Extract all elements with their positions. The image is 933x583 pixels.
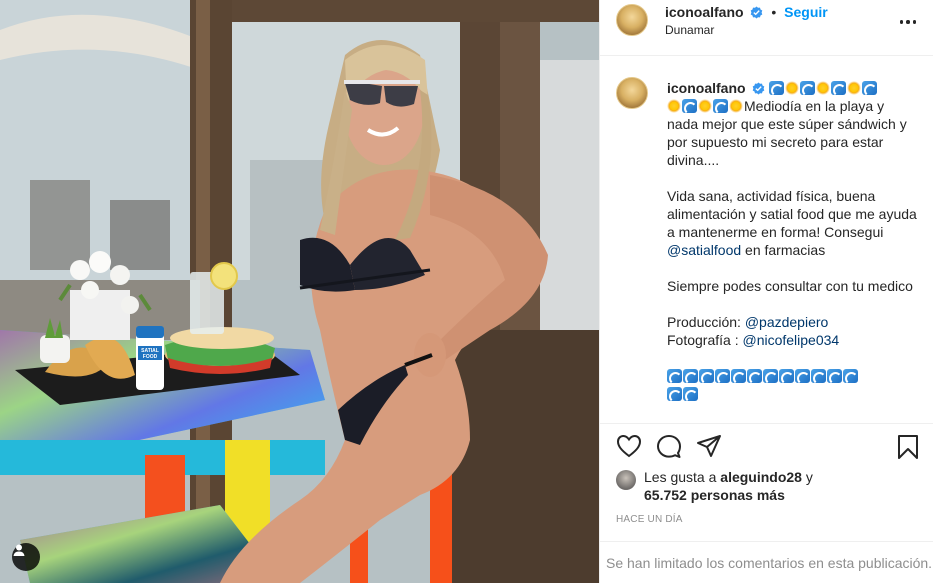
- comments-limited-notice: Se han limitado los comentarios en esta …: [600, 541, 933, 583]
- wave-emoji-icon: [800, 81, 816, 95]
- post-actions: Les gusta a aleguindo28 y 65.752 persona…: [600, 423, 933, 583]
- wave-emoji-icon: [769, 81, 785, 95]
- follow-button[interactable]: Seguir: [784, 4, 828, 20]
- post-caption: iconoalfano Mediodía en la playa y nada …: [667, 79, 917, 421]
- author-avatar[interactable]: [616, 4, 648, 36]
- wave-emoji-icon: [667, 369, 682, 383]
- caption-area[interactable]: iconoalfano Mediodía en la playa y nada …: [600, 57, 933, 422]
- likes-middle: y: [801, 469, 813, 485]
- wave-emoji-icon: [715, 369, 730, 383]
- wave-emoji-icon: [683, 369, 698, 383]
- post-photo-illustration: [0, 0, 599, 583]
- wave-emoji-icon: [682, 99, 697, 113]
- caption-emoji-row: [667, 367, 917, 403]
- fotografia-label: Fotografía :: [667, 332, 743, 348]
- verified-badge-icon: [753, 82, 765, 95]
- paper-plane-icon[interactable]: [696, 434, 722, 458]
- caption-para2: Vida sana, actividad física, buena alime…: [667, 188, 917, 240]
- wave-emoji-icon: [831, 81, 847, 95]
- wave-emoji-icon: [667, 387, 682, 401]
- more-options-dot: [906, 20, 910, 24]
- wave-emoji-icon: [683, 387, 698, 401]
- wave-emoji-icon: [763, 369, 778, 383]
- sun-emoji-icon: [816, 81, 831, 95]
- mention-nicofelipe034[interactable]: @nicofelipe034: [742, 332, 839, 348]
- user-tag-button[interactable]: [12, 543, 40, 571]
- liker-username[interactable]: aleguindo28: [720, 469, 802, 485]
- user-tag-icon: [13, 544, 25, 556]
- caption-username[interactable]: iconoalfano: [667, 80, 746, 96]
- product-label: SATIAL FOOD: [141, 348, 159, 360]
- comment-bubble-icon[interactable]: [656, 434, 682, 458]
- wave-emoji-icon: [843, 369, 858, 383]
- mention-satialfood[interactable]: @satialfood: [667, 242, 741, 258]
- wave-emoji-icon: [699, 369, 714, 383]
- wave-emoji-icon: [811, 369, 826, 383]
- likes-summary: Les gusta a aleguindo28 y 65.752 persona…: [616, 468, 916, 504]
- liker-avatar[interactable]: [616, 470, 636, 490]
- post-header: iconoalfano • Seguir Dunamar: [600, 0, 933, 56]
- wave-emoji-icon: [862, 81, 878, 95]
- wave-emoji-icon: [747, 369, 762, 383]
- caption-avatar[interactable]: [616, 77, 648, 109]
- post-side-panel: iconoalfano • Seguir Dunamar iconoalfano: [599, 0, 933, 583]
- caption-para2-tail: en farmacias: [741, 242, 826, 258]
- header-author-row: iconoalfano • Seguir: [665, 4, 828, 20]
- wave-emoji-icon: [713, 99, 728, 113]
- wave-emoji-icon: [795, 369, 810, 383]
- sun-emoji-icon: [847, 81, 862, 95]
- bookmark-icon[interactable]: [896, 434, 920, 460]
- wave-emoji-icon: [731, 369, 746, 383]
- more-options-dot: [912, 20, 917, 24]
- header-separator: •: [771, 4, 777, 20]
- mention-pazdepiero[interactable]: @pazdepiero: [745, 314, 829, 330]
- likes-prefix: Les gusta a: [644, 469, 721, 485]
- wave-emoji-icon: [827, 369, 842, 383]
- post-location[interactable]: Dunamar: [665, 23, 714, 37]
- produccion-label: Producción:: [667, 314, 745, 330]
- more-options-button[interactable]: [896, 12, 920, 32]
- wave-emoji-icon: [779, 369, 794, 383]
- author-username[interactable]: iconoalfano: [665, 4, 744, 20]
- post-photo[interactable]: SATIAL FOOD: [0, 0, 599, 583]
- sun-emoji-icon: [785, 81, 800, 95]
- post-timestamp[interactable]: HACE UN DÍA: [616, 514, 683, 525]
- sun-emoji-icon: [698, 99, 712, 113]
- verified-badge-icon: [751, 6, 763, 19]
- likes-count[interactable]: 65.752 personas más: [644, 487, 785, 503]
- sun-emoji-icon: [667, 99, 681, 113]
- caption-para3: Siempre podes consultar con tu medico: [667, 278, 913, 294]
- more-options-icon: [899, 20, 904, 24]
- sun-emoji-icon: [729, 99, 743, 113]
- heart-icon[interactable]: [616, 434, 642, 458]
